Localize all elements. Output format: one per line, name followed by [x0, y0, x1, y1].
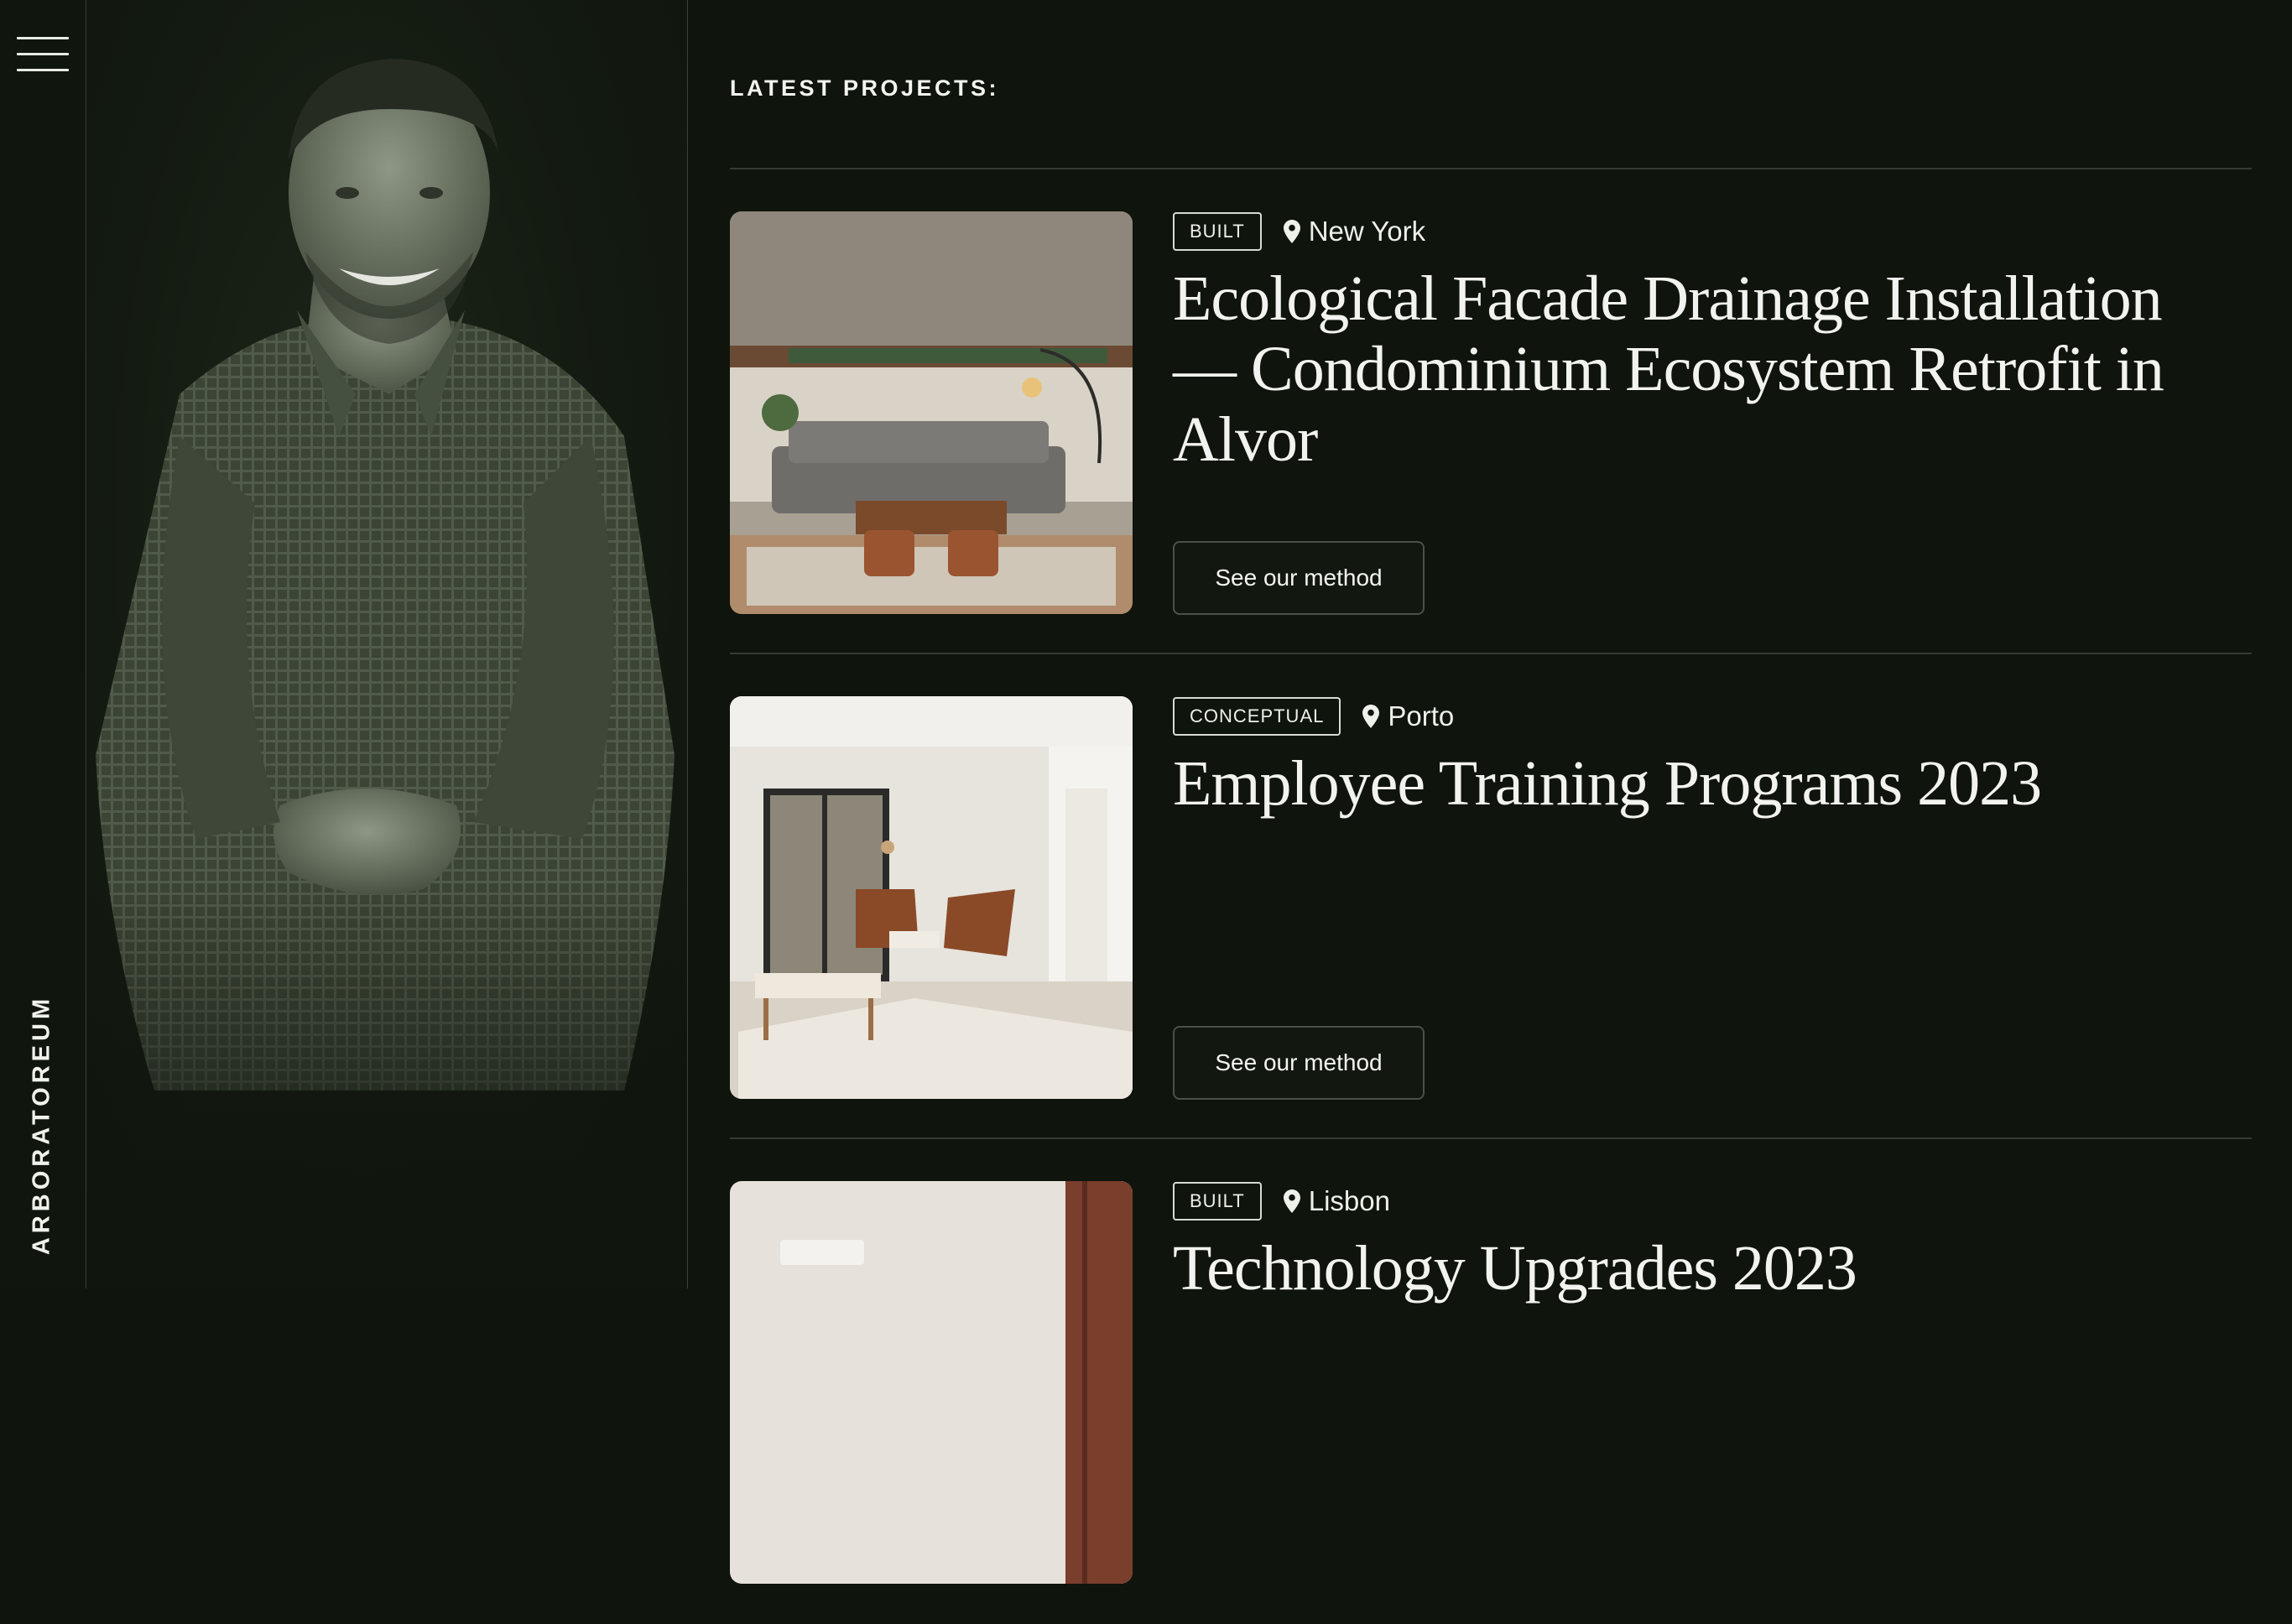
project-card: BUILT New York Ecological Facade Drainag… [730, 169, 2252, 654]
section-heading: LATEST PROJECTS: [730, 75, 1000, 101]
projects-panel: LATEST PROJECTS: BUILT New York Ecologic… [689, 0, 2292, 1584]
project-title[interactable]: Employee Training Programs 2023 [1173, 748, 2222, 819]
side-rail: ARBORATOREUM [0, 0, 86, 1288]
project-title[interactable]: Technology Upgrades 2023 [1173, 1233, 2222, 1304]
project-location: Porto [1388, 700, 1455, 731]
status-badge: BUILT [1173, 1182, 1262, 1221]
portrait-illustration [87, 59, 687, 1288]
see-our-method-button[interactable]: See our method [1173, 541, 1425, 615]
project-meta: BUILT New York [1173, 211, 1425, 252]
project-location: New York [1308, 216, 1426, 247]
status-badge: BUILT [1173, 212, 1262, 251]
project-meta: BUILT Lisbon [1173, 1181, 1390, 1221]
project-card: BUILT Lisbon Technology Upgrades 2023 [730, 1139, 2252, 1624]
location-pin-icon [1362, 705, 1380, 728]
project-card: CONCEPTUAL Porto Employee Training Progr… [730, 654, 2252, 1139]
lounge-chairs-photo[interactable] [730, 696, 1133, 1099]
hamburger-menu-icon[interactable] [17, 37, 69, 72]
location-pin-icon [1283, 1189, 1300, 1213]
project-location: Lisbon [1308, 1185, 1390, 1216]
location-pin-icon [1283, 220, 1300, 243]
brand-logotype[interactable]: ARBORATOREUM [29, 995, 56, 1255]
bedroom-photo[interactable] [730, 1181, 1133, 1584]
project-title[interactable]: Ecological Facade Drainage Installation … [1173, 263, 2222, 475]
status-badge: CONCEPTUAL [1173, 697, 1341, 736]
project-meta: CONCEPTUAL Porto [1173, 696, 1454, 737]
see-our-method-button[interactable]: See our method [1173, 1026, 1425, 1100]
living-room-photo[interactable] [730, 211, 1133, 614]
founder-portrait [87, 0, 688, 1288]
